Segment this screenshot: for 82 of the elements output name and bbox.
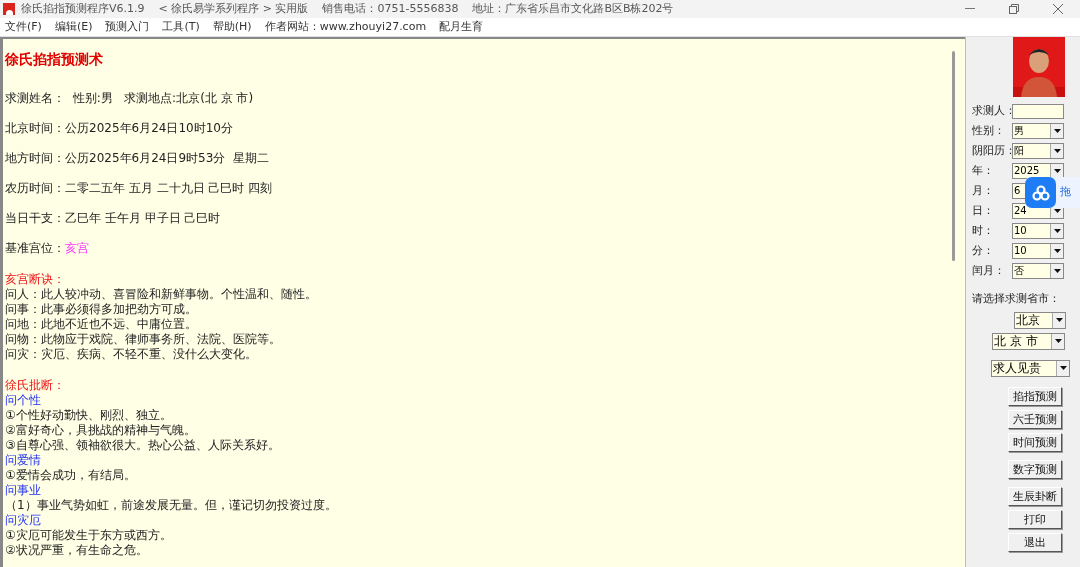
report-line: 问地：此地不近也不远、中庸位置。 [5, 317, 198, 332]
dropdown-arrow-icon [1053, 169, 1061, 173]
info-line: 北京时间：公历2025年6月24日10时10分 [5, 121, 234, 136]
field-label: 时： [972, 222, 995, 239]
dropdown-arrow-icon [1054, 339, 1062, 343]
menu-item[interactable]: 配月生育 [439, 18, 484, 36]
dropdown[interactable]: 阳 [1012, 143, 1064, 159]
menu-item[interactable]: 作者网站：www.zhouyi27.com [264, 18, 427, 36]
dropdown[interactable]: 否 [1012, 263, 1064, 279]
dropdown[interactable]: 10 [1012, 223, 1064, 239]
action-button[interactable]: 生辰卦断 [1008, 486, 1062, 506]
info-line: 地方时间：公历2025年6月24日9时53分 星期二 [5, 151, 270, 166]
report-line: （1）事业气势如虹，前途发展无量。但，谨记切勿投资过度。 [5, 498, 338, 513]
report-line: 问灾：灾厄、疾病、不轻不重、没什么大变化。 [5, 347, 258, 362]
topic-heading: 问事业 [5, 483, 42, 498]
dropdown[interactable]: 求人见贵 [991, 359, 1070, 377]
dropdown-arrow-icon [1053, 209, 1061, 213]
dropdown[interactable]: 10 [1012, 243, 1064, 259]
menu-item[interactable]: 编辑(E) [54, 18, 93, 36]
window-title: < 徐氏易学系列程序 > 实用版 [158, 0, 309, 17]
menu-item[interactable]: 文件(F) [5, 18, 42, 36]
input-field[interactable] [1012, 103, 1064, 119]
report-line: ③自尊心强、领袖欲很大。热心公益、人际关系好。 [5, 438, 281, 453]
field-label: 月： [972, 182, 995, 199]
dropdown-arrow-icon [1053, 149, 1061, 153]
close-icon[interactable] [1053, 4, 1063, 14]
report-line: 问人：此人较冲动、喜冒险和新鲜事物。个性温和、随性。 [5, 287, 318, 302]
field-label: 性别： [972, 122, 1006, 139]
report-line: ②富好奇心，具挑战的精神与气魄。 [5, 423, 197, 438]
dropdown-arrow-icon [1053, 129, 1061, 133]
action-button[interactable]: 时间预测 [1008, 432, 1062, 452]
info-line: 当日干支：乙巳年 壬午月 甲子日 己巳时 [5, 211, 222, 226]
menu-item[interactable]: 预测入门 [105, 18, 150, 36]
info-line: 农历时间：二零二五年 五月 二十九日 己巳时 四刻 [5, 181, 274, 196]
info-line: 求测姓名： 性别:男 求测地点:北京(北 京 市) [5, 91, 255, 106]
report-line: ②状况严重，有生命之危。 [5, 543, 149, 558]
dropdown-arrow-icon [1053, 229, 1061, 233]
report-line: ①爱情会成功，有结局。 [5, 468, 137, 483]
field-label: 日： [972, 202, 995, 219]
info-label: 基准宫位： [5, 241, 65, 255]
report-line: ①个性好动勤快、刚烈、独立。 [5, 408, 173, 423]
floating-toast[interactable]: 拖 [1025, 177, 1080, 208]
dropdown[interactable]: 2025 [1012, 163, 1064, 179]
dropdown[interactable]: 北京 [1014, 311, 1066, 329]
window-title: 地址：广东省乐昌市文化路B区B栋202号 [472, 0, 674, 17]
action-button[interactable]: 打印 [1008, 509, 1062, 529]
dropdown-arrow-icon [1055, 318, 1063, 322]
menu-item[interactable]: 帮助(H) [212, 18, 252, 36]
action-button[interactable]: 退出 [1008, 532, 1062, 552]
report-title: 徐氏掐指预测术 [5, 52, 104, 69]
palace-value: 亥宫 [65, 241, 89, 255]
app-icon [3, 3, 15, 15]
restore-icon[interactable] [1009, 4, 1019, 14]
dropdown[interactable]: 北 京 市 [992, 332, 1065, 350]
dropdown-arrow-icon [1059, 366, 1067, 370]
report-line: 问事：此事必须得多加把劲方可成。 [5, 302, 198, 317]
topic-heading: 问个性 [5, 393, 42, 408]
section-heading: 亥宫断诀： [5, 272, 66, 287]
window-title: 销售电话：0751-5556838 [322, 0, 459, 17]
dropdown-arrow-icon [1053, 269, 1061, 273]
topic-heading: 问灾厄 [5, 513, 42, 528]
field-label: 年： [972, 162, 995, 179]
window-title: 徐氏掐指预测程序V6.1.9 [21, 0, 145, 17]
topic-heading: 问爱情 [5, 453, 42, 468]
field-label: 阴阳历： [972, 142, 1012, 159]
field-label: 分： [972, 242, 995, 259]
action-button[interactable]: 数字预测 [1008, 459, 1062, 479]
report-line: 问物：此物应于戏院、律师事务所、法院、医院等。 [5, 332, 282, 347]
region-label: 请选择求测省市： [972, 291, 1061, 307]
dropdown-arrow-icon [1053, 249, 1061, 253]
drag-label[interactable]: 拖 [1060, 184, 1071, 201]
action-button[interactable]: 六壬预测 [1008, 409, 1062, 429]
scrollbar-thumb[interactable] [952, 51, 955, 261]
dropdown[interactable]: 男 [1012, 123, 1064, 139]
action-button[interactable]: 掐指预测 [1008, 386, 1062, 406]
report-line: ①灾厄可能发生于东方或西方。 [5, 528, 173, 543]
field-label: 闰月： [972, 262, 1006, 279]
menu-item[interactable]: 工具(T) [162, 18, 200, 36]
field-label: 求测人： [972, 102, 1012, 119]
minimize-icon[interactable] [965, 8, 975, 10]
section-heading: 徐氏批断： [5, 378, 66, 393]
cloud-app-icon[interactable] [1025, 177, 1056, 208]
